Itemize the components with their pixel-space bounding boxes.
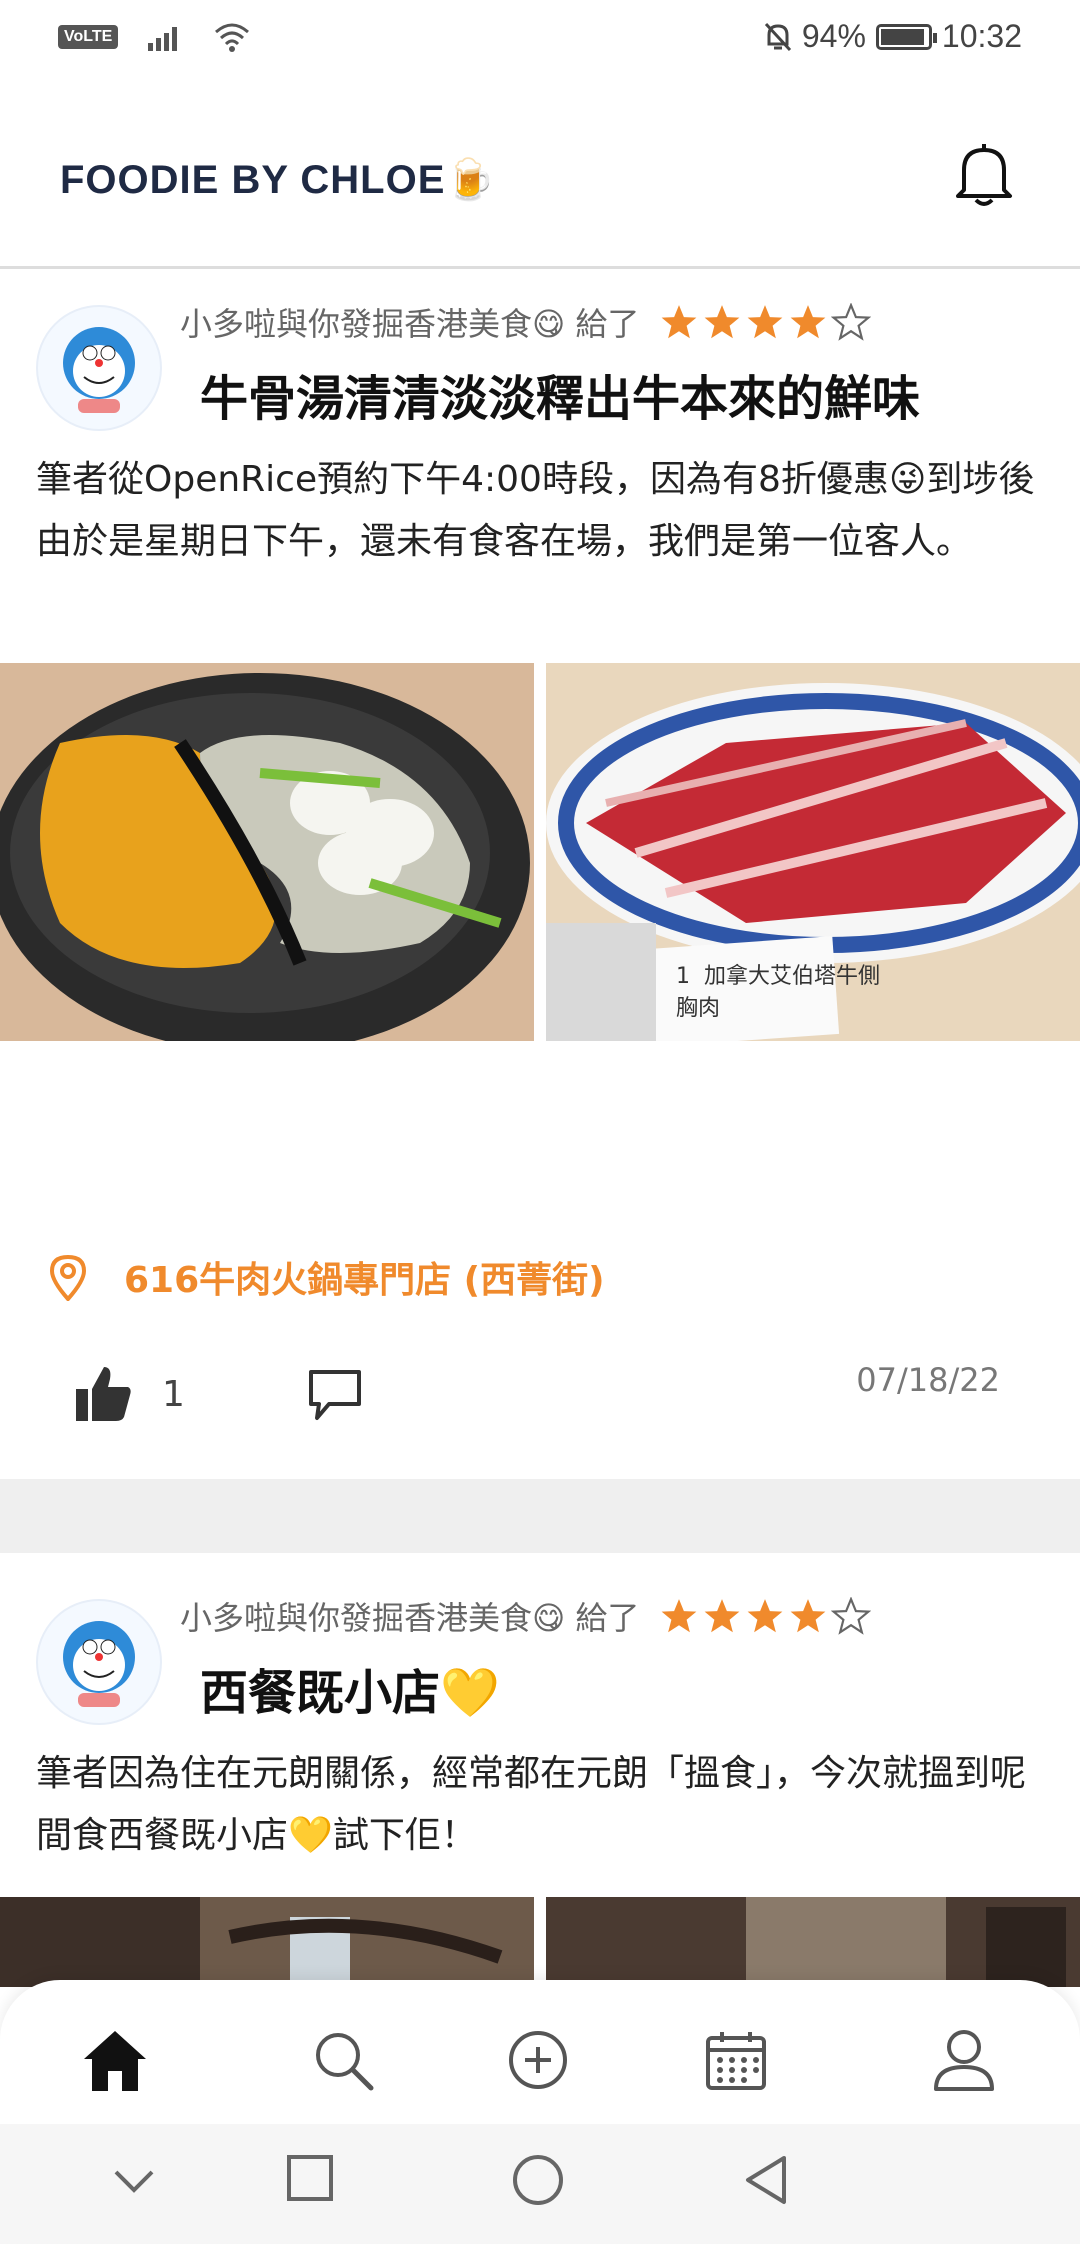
location-name[interactable]: 616牛肉火鍋專門店 (西菁街) [124,1251,605,1303]
system-nav-bar [0,2124,1080,2244]
avatar-image [63,1621,135,1707]
receipt-item: 加拿大艾伯塔牛側 [704,964,881,989]
location-link[interactable]: 616牛肉火鍋專門店 (西菁街) [48,1251,605,1303]
post-meta: 小多啦與你發掘香港美食😋 給了 [180,1593,872,1639]
star-filled-icon [705,305,740,339]
nav-profile[interactable] [924,2020,1004,2100]
post-meta: 小多啦與你發掘香港美食😋 給了 [180,299,872,345]
avatar[interactable] [36,1599,162,1725]
receipt-qty: 1 [676,964,690,989]
post-title[interactable]: 西餐既小店💛 [200,1653,500,1723]
receipt-text: 1 加拿大艾伯塔牛側 胸肉 [676,961,880,1025]
avatar[interactable] [36,305,162,431]
clock: 10:32 [941,18,1022,54]
home-icon [84,2031,146,2091]
post-body[interactable]: 筆者從OpenRice預約下午4:00時段，因為有8折優惠😜到埗後由於是星期日下… [36,449,1036,573]
star-filled-icon [791,305,826,339]
star-filled-icon [705,1599,740,1633]
post-date: 07/18/22 [856,1361,1000,1399]
gave-label: 給了 [575,1599,640,1637]
author-name[interactable]: 小多啦與你發掘香港美食😋 [180,1593,565,1639]
star-rating [659,1597,872,1635]
like-count: 1 [162,1373,185,1415]
photo-restaurant-1[interactable] [0,1897,534,1987]
thumbs-up-icon[interactable] [72,1363,134,1425]
post-card[interactable]: 小多啦與你發掘香港美食😋 給了 牛骨湯清清淡淡釋出牛本來的鮮味 筆者從OpenR… [0,269,1080,1479]
star-filled-icon [748,1599,783,1633]
comment-icon[interactable] [305,1364,365,1424]
battery-percent: 94% [801,18,866,54]
star-filled-icon [662,1599,697,1633]
nav-add[interactable] [498,2020,578,2100]
star-rating [659,303,872,341]
mute-bell-icon [764,22,791,51]
status-bar: VoLTE 94% 10:32 [0,0,1080,80]
photo-restaurant-2[interactable] [546,1897,1080,1987]
star-filled-icon [662,305,697,339]
post-title[interactable]: 牛骨湯清清淡淡釋出牛本來的鮮味 [200,359,920,429]
chevron-down-icon[interactable] [112,2166,156,2196]
profile-icon [934,2030,994,2091]
nav-search[interactable] [303,2020,383,2100]
post-card[interactable]: 小多啦與你發掘香港美食😋 給了 西餐既小店💛 筆者因為住在元朗關係，經常都在元朗… [0,1553,1080,1987]
volte-indicator: VoLTE [58,25,119,49]
add-icon [509,2031,567,2089]
bottom-nav [0,1980,1080,2124]
photo-beef[interactable]: 1 加拿大艾伯塔牛側 胸肉 [546,663,1080,1041]
notification-bell-icon[interactable] [954,140,1014,208]
star-filled-icon [748,305,783,339]
recents-icon[interactable] [286,2154,334,2202]
star-empty-icon [831,303,872,341]
photo-hotpot[interactable] [0,663,534,1041]
post-body[interactable]: 筆者因為住在元朗關係，經常都在元朗「搵食」，今次就搵到呢間食西餐既小店💛試下佢！ [36,1743,1036,1867]
nav-home[interactable] [75,2020,155,2100]
nav-calendar[interactable] [696,2020,776,2100]
back-icon[interactable] [742,2154,790,2206]
calendar-icon [706,2032,766,2090]
signal-icon [148,27,178,51]
author-name[interactable]: 小多啦與你發掘香港美食😋 [180,299,565,345]
card-divider [0,1479,1080,1553]
avatar-image [63,327,135,413]
app-header: FOODIE BY CHLOE🍺 [0,80,1080,269]
location-pin-icon [49,1254,87,1301]
battery-icon [875,23,937,50]
post-actions: 1 [72,1363,365,1425]
star-filled-icon [791,1599,826,1633]
search-icon [316,2033,374,2091]
star-empty-icon [831,1597,872,1635]
gave-label: 給了 [575,305,640,343]
receipt-item-2: 胸肉 [676,996,721,1021]
home-circle-icon[interactable] [512,2154,564,2206]
wifi-icon [215,23,250,52]
app-title: FOODIE BY CHLOE🍺 [60,158,497,202]
